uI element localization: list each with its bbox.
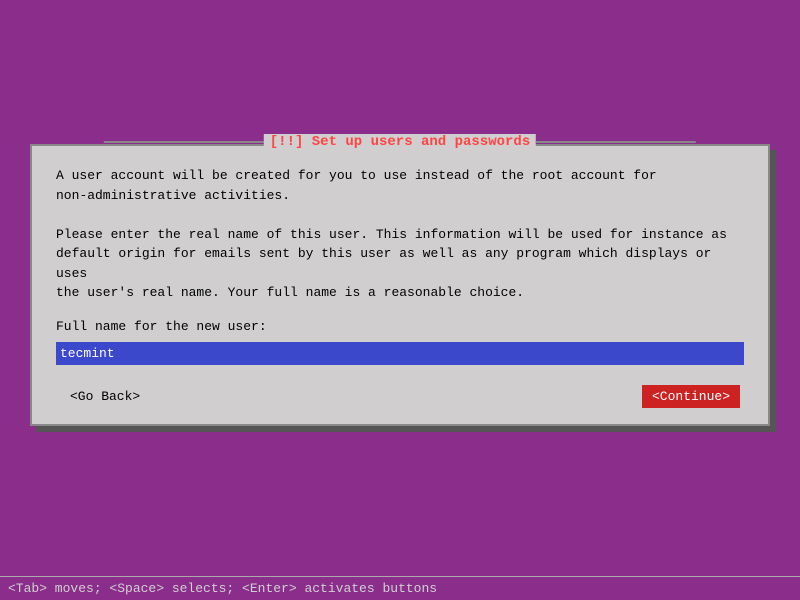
dialog-box: [!!] Set up users and passwords A user a… [30,144,770,426]
desc-line1: A user account will be created for you t… [56,166,744,186]
buttons-row: <Go Back> <Continue> [56,385,744,408]
title-bar: [!!] Set up users and passwords [104,134,696,150]
desc-line4: default origin for emails sent by this u… [56,244,744,283]
title-line-right [536,141,696,143]
desc-line5: the user's real name. Your full name is … [56,283,744,303]
fullname-input[interactable] [56,342,744,365]
status-text: <Tab> moves; <Space> selects; <Enter> ac… [8,581,437,596]
dialog-wrapper: [!!] Set up users and passwords A user a… [30,144,770,426]
desc-line3: Please enter the real name of this user.… [56,225,744,245]
desc-line2: non-administrative activities. [56,186,744,206]
title-line-left [104,141,264,143]
go-back-button[interactable]: <Go Back> [60,385,150,408]
description-block: A user account will be created for you t… [56,166,744,303]
screen: [!!] Set up users and passwords A user a… [0,0,800,600]
field-label: Full name for the new user: [56,319,744,334]
continue-button[interactable]: <Continue> [642,385,740,408]
status-bar: <Tab> moves; <Space> selects; <Enter> ac… [0,576,800,600]
dialog-content: A user account will be created for you t… [32,146,768,424]
dialog-title: [!!] Set up users and passwords [264,134,536,150]
